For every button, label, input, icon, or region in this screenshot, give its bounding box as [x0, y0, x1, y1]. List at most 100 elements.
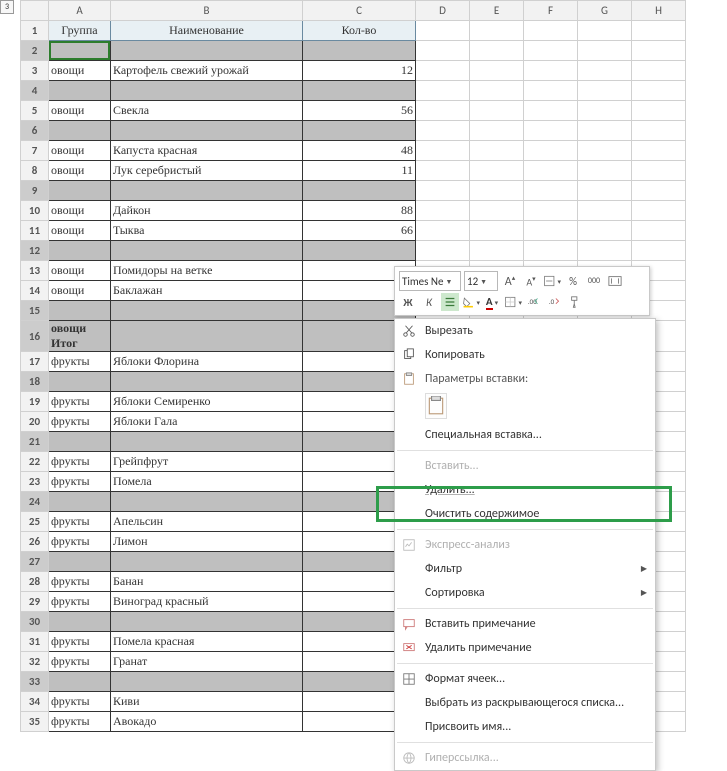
cell[interactable]: [632, 121, 686, 141]
format-painter-button[interactable]: [567, 293, 585, 311]
cell[interactable]: [111, 41, 303, 61]
borders-button[interactable]: ▾: [504, 293, 522, 311]
cell[interactable]: [470, 141, 524, 161]
outline-level-box[interactable]: 3: [0, 0, 14, 14]
cell[interactable]: овощи: [49, 61, 111, 81]
cell[interactable]: [303, 241, 416, 261]
cell[interactable]: [470, 161, 524, 181]
cell[interactable]: [49, 432, 111, 452]
cell[interactable]: фрукты: [49, 532, 111, 552]
cell[interactable]: 11: [303, 161, 416, 181]
cell[interactable]: Лимон: [111, 532, 303, 552]
cell[interactable]: [416, 61, 470, 81]
row-header[interactable]: 4: [21, 81, 49, 101]
cell[interactable]: [416, 21, 470, 41]
row-header[interactable]: 17: [21, 352, 49, 372]
cell[interactable]: [578, 101, 632, 121]
ctx-delete-comment[interactable]: Удалить примечание: [395, 636, 655, 660]
cell[interactable]: [111, 81, 303, 101]
cell[interactable]: [470, 241, 524, 261]
cell[interactable]: [49, 301, 111, 321]
merge-button[interactable]: [606, 272, 624, 290]
cell[interactable]: [578, 81, 632, 101]
row-header[interactable]: 23: [21, 472, 49, 492]
cell[interactable]: овощи: [49, 161, 111, 181]
ctx-define-name[interactable]: Присвоить имя...: [395, 715, 655, 739]
row-header[interactable]: 30: [21, 612, 49, 632]
cell[interactable]: [524, 21, 578, 41]
cell[interactable]: [470, 41, 524, 61]
cell[interactable]: Гранат: [111, 652, 303, 672]
cell[interactable]: [632, 141, 686, 161]
row-header[interactable]: 11: [21, 221, 49, 241]
cell[interactable]: [111, 181, 303, 201]
cell[interactable]: [632, 101, 686, 121]
increase-decimal-button[interactable]: .00: [525, 293, 543, 311]
cell[interactable]: [49, 241, 111, 261]
col-header-H[interactable]: H: [632, 1, 686, 21]
fill-color-button[interactable]: ▾: [462, 293, 480, 311]
align-button[interactable]: [441, 293, 459, 311]
cell[interactable]: [524, 121, 578, 141]
cell[interactable]: [632, 61, 686, 81]
cell[interactable]: [524, 201, 578, 221]
select-all-corner[interactable]: [21, 1, 49, 21]
comma-format-button[interactable]: 000: [585, 272, 603, 290]
ctx-cut[interactable]: Вырезать: [395, 319, 655, 343]
cell[interactable]: [470, 61, 524, 81]
cell[interactable]: [416, 41, 470, 61]
row-header[interactable]: 34: [21, 692, 49, 712]
row-header[interactable]: 5: [21, 101, 49, 121]
cell[interactable]: [470, 221, 524, 241]
cell[interactable]: [470, 121, 524, 141]
cell[interactable]: [416, 101, 470, 121]
cell[interactable]: 12: [303, 61, 416, 81]
cell[interactable]: [49, 672, 111, 692]
row-header[interactable]: 20: [21, 412, 49, 432]
row-header[interactable]: 3: [21, 61, 49, 81]
row-header[interactable]: 9: [21, 181, 49, 201]
cell[interactable]: [416, 141, 470, 161]
cell[interactable]: [111, 672, 303, 692]
cell[interactable]: 48: [303, 141, 416, 161]
row-header[interactable]: 22: [21, 452, 49, 472]
ctx-sort[interactable]: Сортировка ▶: [395, 581, 655, 605]
header-cell[interactable]: Наименование: [111, 21, 303, 41]
cell[interactable]: [524, 161, 578, 181]
cell[interactable]: овощи Итог: [49, 321, 111, 352]
cell[interactable]: 56: [303, 101, 416, 121]
cell[interactable]: 66: [303, 221, 416, 241]
cell[interactable]: [111, 552, 303, 572]
cell[interactable]: Капуста красная: [111, 141, 303, 161]
font-color-button[interactable]: A ▾: [483, 293, 501, 311]
cell[interactable]: [416, 201, 470, 221]
accounting-format-button[interactable]: ▾: [543, 272, 561, 290]
cell[interactable]: [578, 121, 632, 141]
cell[interactable]: фрукты: [49, 592, 111, 612]
cell[interactable]: [470, 101, 524, 121]
row-header[interactable]: 24: [21, 492, 49, 512]
cell[interactable]: [524, 61, 578, 81]
col-header-C[interactable]: C: [303, 1, 416, 21]
cell[interactable]: [303, 121, 416, 141]
percent-format-button[interactable]: %: [564, 272, 582, 290]
cell[interactable]: Дайкон: [111, 201, 303, 221]
cell[interactable]: [303, 41, 416, 61]
cell[interactable]: [416, 241, 470, 261]
cell[interactable]: [632, 221, 686, 241]
cell[interactable]: [49, 552, 111, 572]
row-header[interactable]: 14: [21, 281, 49, 301]
cell[interactable]: [111, 492, 303, 512]
cell[interactable]: [416, 181, 470, 201]
cell[interactable]: [524, 41, 578, 61]
cell[interactable]: фрукты: [49, 652, 111, 672]
cell[interactable]: [49, 612, 111, 632]
italic-button[interactable]: К: [420, 293, 438, 311]
ctx-pick-from-list[interactable]: Выбрать из раскрывающегося списка...: [395, 691, 655, 715]
col-header-F[interactable]: F: [524, 1, 578, 21]
cell[interactable]: овощи: [49, 141, 111, 161]
cell[interactable]: [578, 241, 632, 261]
cell[interactable]: [111, 321, 303, 352]
cell[interactable]: Помела: [111, 472, 303, 492]
cell[interactable]: овощи: [49, 221, 111, 241]
